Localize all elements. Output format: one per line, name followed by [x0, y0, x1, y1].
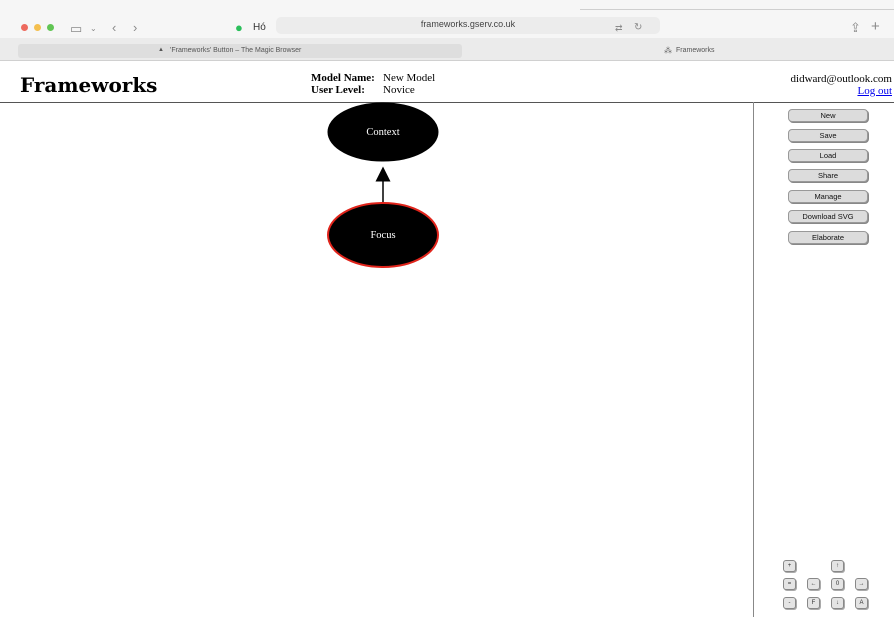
zoom-reset-button[interactable]: =: [783, 578, 796, 590]
center-button[interactable]: 0: [831, 578, 844, 590]
pan-left-button[interactable]: ←: [807, 578, 820, 590]
pan-down-button[interactable]: ↓: [831, 597, 844, 609]
focus-node-label: Focus: [370, 230, 395, 241]
pan-right-button[interactable]: →: [855, 578, 868, 590]
manage-button[interactable]: Manage: [788, 190, 868, 203]
share-button[interactable]: Share: [788, 169, 868, 182]
show-all-button[interactable]: A: [855, 597, 868, 609]
zoom-in-button[interactable]: +: [783, 560, 796, 572]
diagram-canvas[interactable]: Context Focus: [0, 0, 894, 617]
zoom-out-button[interactable]: -: [783, 597, 796, 609]
fit-button[interactable]: F: [807, 597, 820, 609]
load-button[interactable]: Load: [788, 149, 868, 162]
save-button[interactable]: Save: [788, 129, 868, 142]
elaborate-button[interactable]: Elaborate: [788, 231, 868, 244]
new-button[interactable]: New: [788, 109, 868, 122]
download-svg-button[interactable]: Download SVG: [788, 210, 868, 223]
context-node-label: Context: [366, 127, 399, 138]
pan-up-button[interactable]: ↑: [831, 560, 844, 572]
